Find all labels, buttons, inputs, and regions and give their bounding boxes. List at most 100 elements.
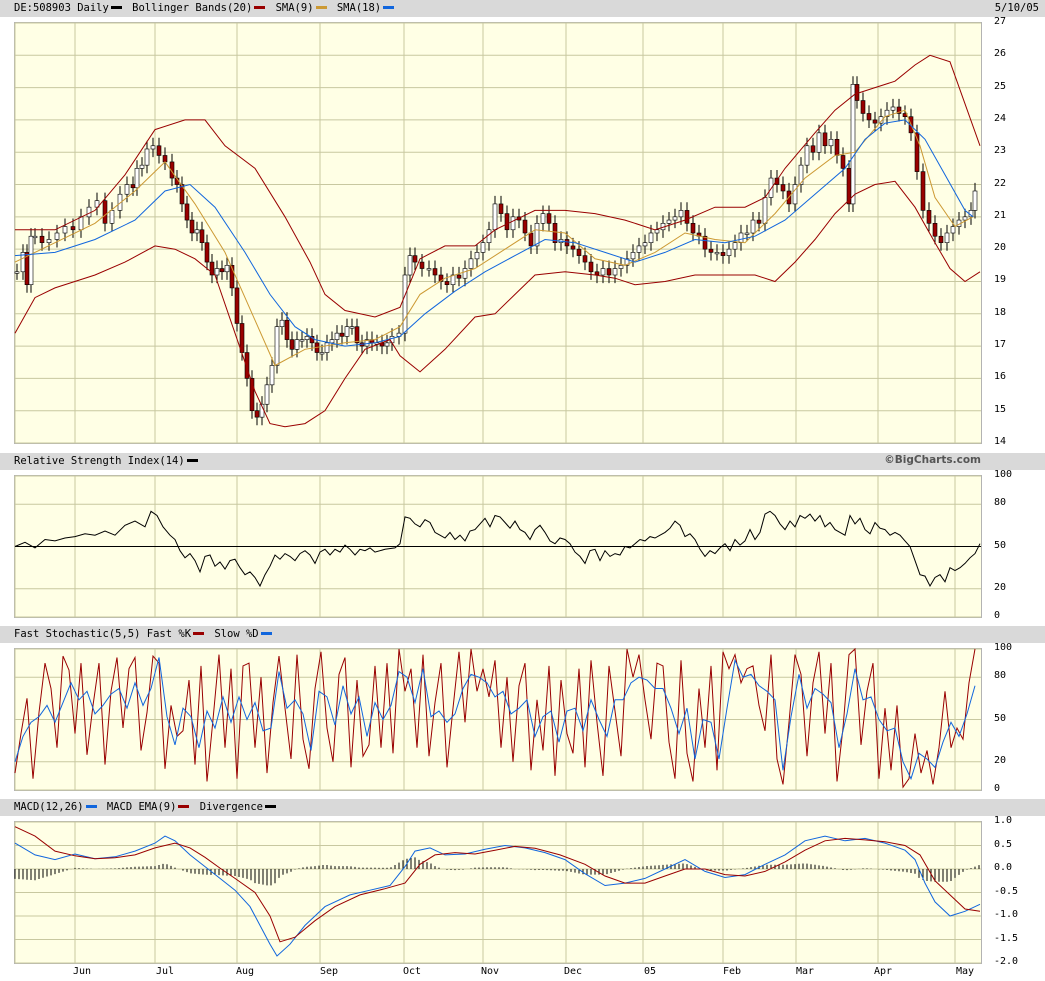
candle-body	[444, 281, 450, 285]
candle-body	[329, 339, 335, 344]
candle-body	[780, 184, 786, 192]
candle-body	[828, 139, 834, 147]
candle-body	[850, 84, 856, 205]
price-panel	[14, 22, 982, 444]
rsi-line	[14, 510, 981, 588]
candle-body	[32, 235, 38, 239]
candle-body	[756, 219, 762, 224]
y-tick-label: 18	[994, 306, 1007, 318]
candle-body	[432, 268, 438, 276]
candle-body	[254, 410, 260, 418]
y-tick-label: 23	[994, 145, 1007, 157]
candle-body	[274, 326, 280, 366]
x-tick-label: Sep	[320, 966, 339, 977]
candle-body	[389, 336, 395, 344]
y-tick-label: 17	[994, 339, 1007, 351]
candle-body	[654, 229, 660, 234]
candle-body	[576, 248, 582, 256]
candle-body	[46, 239, 52, 243]
candle-body	[642, 242, 648, 247]
x-tick-label: 05	[644, 966, 657, 977]
macd-plot	[14, 821, 981, 964]
candle-body	[354, 326, 360, 344]
candle-body	[384, 342, 390, 347]
candle-body	[510, 216, 516, 231]
candle-body	[606, 268, 612, 276]
y-tick-label: 0	[994, 783, 1001, 794]
candle-body	[612, 268, 618, 276]
slow-d-label: Slow %D	[214, 628, 259, 640]
candle-body	[926, 210, 932, 224]
y-tick-label: 80	[994, 670, 1007, 682]
y-tick-label: 100	[994, 642, 1013, 653]
candle-body	[630, 252, 636, 260]
candle-body	[792, 184, 798, 205]
candle-body	[588, 261, 594, 273]
candle-body	[279, 319, 285, 327]
y-tick-label: 80	[994, 497, 1007, 509]
candle-body	[219, 268, 225, 273]
y-tick-label: 24	[994, 112, 1007, 124]
candle-body	[932, 223, 938, 237]
candle-body	[294, 339, 300, 350]
candle-body	[546, 213, 552, 224]
x-tick-label: Dec	[564, 966, 583, 977]
x-tick-label: Jul	[156, 966, 175, 977]
candle-body	[594, 271, 600, 276]
x-tick-label: Feb	[723, 966, 742, 977]
price-series-label: DE:508903 Daily	[14, 2, 109, 14]
price-header: DE:508903 Daily Bollinger Bands(20) SMA(…	[0, 0, 1045, 17]
candle-body	[504, 213, 510, 231]
candle-body	[144, 148, 150, 166]
y-tick-label: 19	[994, 274, 1007, 286]
x-tick-label: Jun	[73, 966, 92, 977]
candle-body	[498, 203, 504, 214]
candle-body	[224, 265, 230, 273]
candle-body	[972, 190, 978, 211]
candle-body	[468, 258, 474, 269]
y-tick-label: 0.0	[994, 862, 1013, 873]
candle-body	[150, 145, 156, 150]
macd-header: MACD(12,26) MACD EMA(9) Divergence	[0, 799, 1045, 816]
candle-body	[684, 210, 690, 224]
y-tick-label: 20	[994, 581, 1007, 593]
candle-body	[480, 242, 486, 253]
y-tick-label: 20	[994, 754, 1007, 766]
y-tick-label: 20	[994, 242, 1007, 254]
candle-body	[726, 248, 732, 256]
fast-k-line	[14, 647, 976, 789]
candle-body	[492, 203, 498, 231]
candle-body	[419, 261, 425, 269]
candle-body	[134, 168, 140, 189]
candle-body	[474, 252, 480, 260]
date-label: 5/10/05	[994, 2, 1039, 14]
candle-body	[339, 332, 345, 337]
candle-body	[860, 100, 866, 114]
y-tick-label: 22	[994, 177, 1007, 189]
candle-body	[234, 287, 240, 324]
y-tick-label: -1.0	[994, 909, 1019, 920]
candle-body	[54, 232, 60, 240]
candle-body	[14, 271, 20, 274]
y-tick-label: 21	[994, 209, 1007, 221]
candle-body	[426, 268, 432, 271]
candle-body	[324, 342, 330, 353]
candle-body	[349, 326, 355, 329]
x-tick-label: Aug	[236, 966, 255, 977]
candle-body	[810, 145, 816, 153]
candle-body	[582, 255, 588, 263]
candle-body	[720, 252, 726, 256]
candle-body	[344, 326, 350, 337]
y-tick-label: 0	[994, 610, 1001, 621]
y-tick-label: 100	[994, 469, 1013, 480]
y-tick-label: 50	[994, 539, 1007, 551]
candle-body	[600, 268, 606, 276]
candle-body	[750, 219, 756, 234]
x-tick-label: Mar	[796, 966, 815, 977]
candle-body	[708, 248, 714, 253]
divergence-label: Divergence	[199, 801, 263, 813]
x-tick-label: Oct	[403, 966, 422, 977]
candle-body	[678, 210, 684, 218]
rsi-plot	[14, 475, 981, 618]
candle-body	[214, 268, 220, 276]
